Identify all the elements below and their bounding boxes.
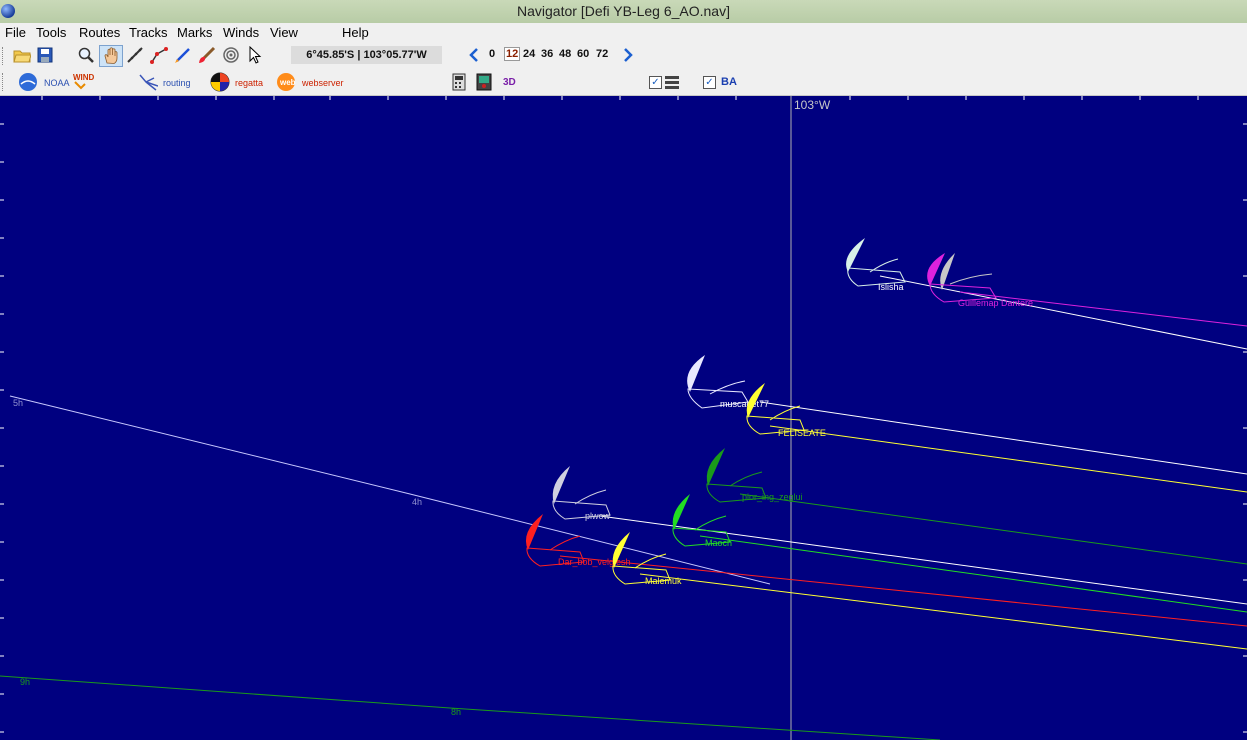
track-label-5h: 5h [13,398,23,408]
zoom-icon[interactable] [76,45,96,65]
hour-36[interactable]: 36 [541,48,553,60]
save-icon[interactable] [35,45,55,65]
target-icon[interactable] [221,45,241,65]
open-folder-icon[interactable] [12,45,32,65]
layers-checkbox[interactable]: ✓ [649,76,662,89]
menu-marks[interactable]: Marks [177,25,212,40]
toolbar-grip[interactable] [2,47,5,65]
boat-name-plwow: plwow [585,511,611,521]
secondary-toolbar: NOAA WIND routing regatta web webserver … [0,69,1247,96]
boat-name-muscadet77: muscadet77 [720,399,769,409]
main-toolbar: 6°45.85'S | 103°05.77'W 0 12 24 36 48 60… [0,43,1247,69]
boat-name-guillemap: Guillemap Dantere [958,298,1033,308]
toolbar2-grip[interactable] [2,73,5,91]
layers-icon[interactable] [662,72,682,92]
calculator-icon[interactable] [449,72,469,92]
menu-tools[interactable]: Tools [36,25,66,40]
wind-arrow-icon[interactable] [71,79,91,93]
hour-24[interactable]: 24 [523,48,535,60]
menu-file[interactable]: File [5,25,26,40]
boat-name-islisha: Islisha [878,282,904,292]
boat-name-malemuk: Malemuk [645,576,682,586]
routing-label[interactable]: routing [163,78,191,88]
hour-72[interactable]: 72 [596,48,608,60]
menu-tracks[interactable]: Tracks [129,25,168,40]
route-draw-icon[interactable] [149,45,169,65]
hour-12[interactable]: 12 [504,47,521,61]
window-title: Navigator [Defi YB-Leg 6_AO.nav] [517,3,730,19]
hour-0[interactable]: 0 [489,48,495,60]
eraser-brush-icon[interactable] [197,45,217,65]
menu-view[interactable]: View [270,25,298,40]
webserver-label[interactable]: webserver [302,78,344,88]
sea-background[interactable] [0,96,1247,740]
noaa-label[interactable]: NOAA [44,78,70,88]
routing-icon[interactable] [138,72,158,92]
hour-48[interactable]: 48 [559,48,571,60]
previous-hour-icon[interactable] [464,45,484,65]
pointer-arrow-icon[interactable] [245,45,265,65]
meridian-label: 103°W [794,98,831,112]
menu-help[interactable]: Help [342,25,369,40]
pan-hand-icon[interactable] [99,45,123,67]
menu-winds[interactable]: Winds [223,25,259,40]
ba-checkbox[interactable]: ✓ [703,76,716,89]
boat-name-pior: pior_ing_zeglui [742,492,803,502]
track-label-8h: 8h [451,707,461,717]
gps-device-icon[interactable] [474,72,494,92]
boat-name-maoch: Maoch [705,538,732,548]
3d-view-button[interactable]: 3D [503,77,516,88]
menu-bar: File Tools Routes Tracks Marks Winds Vie… [0,23,1247,43]
menu-routes[interactable]: Routes [79,25,120,40]
noaa-icon[interactable] [18,72,38,92]
track-label-9h: 9h [20,677,30,687]
web-icon-label: web [280,78,296,87]
regatta-label[interactable]: regatta [235,78,263,88]
ba-label: BA [721,76,737,88]
measure-ruler-icon[interactable] [125,45,145,65]
regatta-icon[interactable] [210,72,230,92]
boat-name-feliseate: FELISEATE [778,428,826,438]
pen-icon[interactable] [173,45,193,65]
track-label-4h: 4h [412,497,422,507]
chart-canvas[interactable]: 103°W 5h 4h 9h 8h Islisha Guillemap Dant… [0,96,1247,740]
cursor-position-readout: 6°45.85'S | 103°05.77'W [291,46,442,64]
boat-name-dar-bob: Dar_bob_velgjesh [558,557,631,567]
next-hour-icon[interactable] [618,45,638,65]
hour-60[interactable]: 60 [577,48,589,60]
title-bar: Navigator [Defi YB-Leg 6_AO.nav] [0,0,1247,24]
